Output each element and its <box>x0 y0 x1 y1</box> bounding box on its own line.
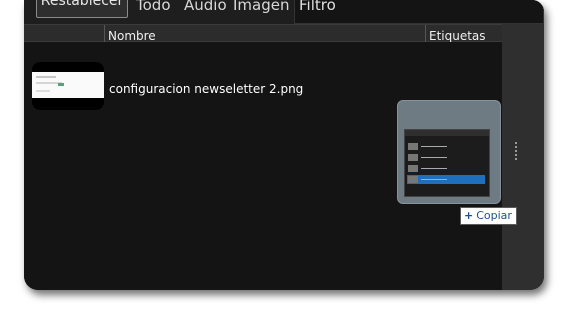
side-panel <box>502 24 544 290</box>
toolbar: Restablecer Todo Audio Imagen Filtro <box>24 0 544 24</box>
drag-preview <box>397 100 501 204</box>
filter-input[interactable]: Filtro <box>294 0 544 24</box>
reset-button[interactable]: Restablecer <box>36 0 128 18</box>
file-row[interactable]: configuracion newseletter 2.png <box>24 42 502 110</box>
file-name: configuracion newseletter 2.png <box>109 82 304 96</box>
tab-audio[interactable]: Audio <box>184 0 227 16</box>
column-tags-label: Etiquetas <box>429 29 486 43</box>
tab-image[interactable]: Imagen <box>233 0 289 16</box>
filter-input-value: Filtro <box>299 0 336 14</box>
media-browser-window: Restablecer Todo Audio Imagen Filtro Nom… <box>24 0 544 290</box>
image-thumbnail <box>32 62 104 110</box>
thumbnail-page <box>32 72 104 98</box>
drag-preview-thumbnail <box>404 129 490 197</box>
tab-all[interactable]: Todo <box>136 0 171 16</box>
copy-label: Copiar <box>476 209 512 222</box>
plus-icon: + <box>464 209 474 222</box>
column-name-label: Nombre <box>108 29 156 43</box>
resize-handle-icon[interactable] <box>515 142 517 160</box>
column-header-name[interactable]: Nombre <box>104 25 426 43</box>
file-list-header: Nombre Etiquetas <box>24 24 503 43</box>
copy-drop-indicator: + Copiar <box>460 207 517 225</box>
column-header-tags[interactable]: Etiquetas <box>425 25 503 43</box>
